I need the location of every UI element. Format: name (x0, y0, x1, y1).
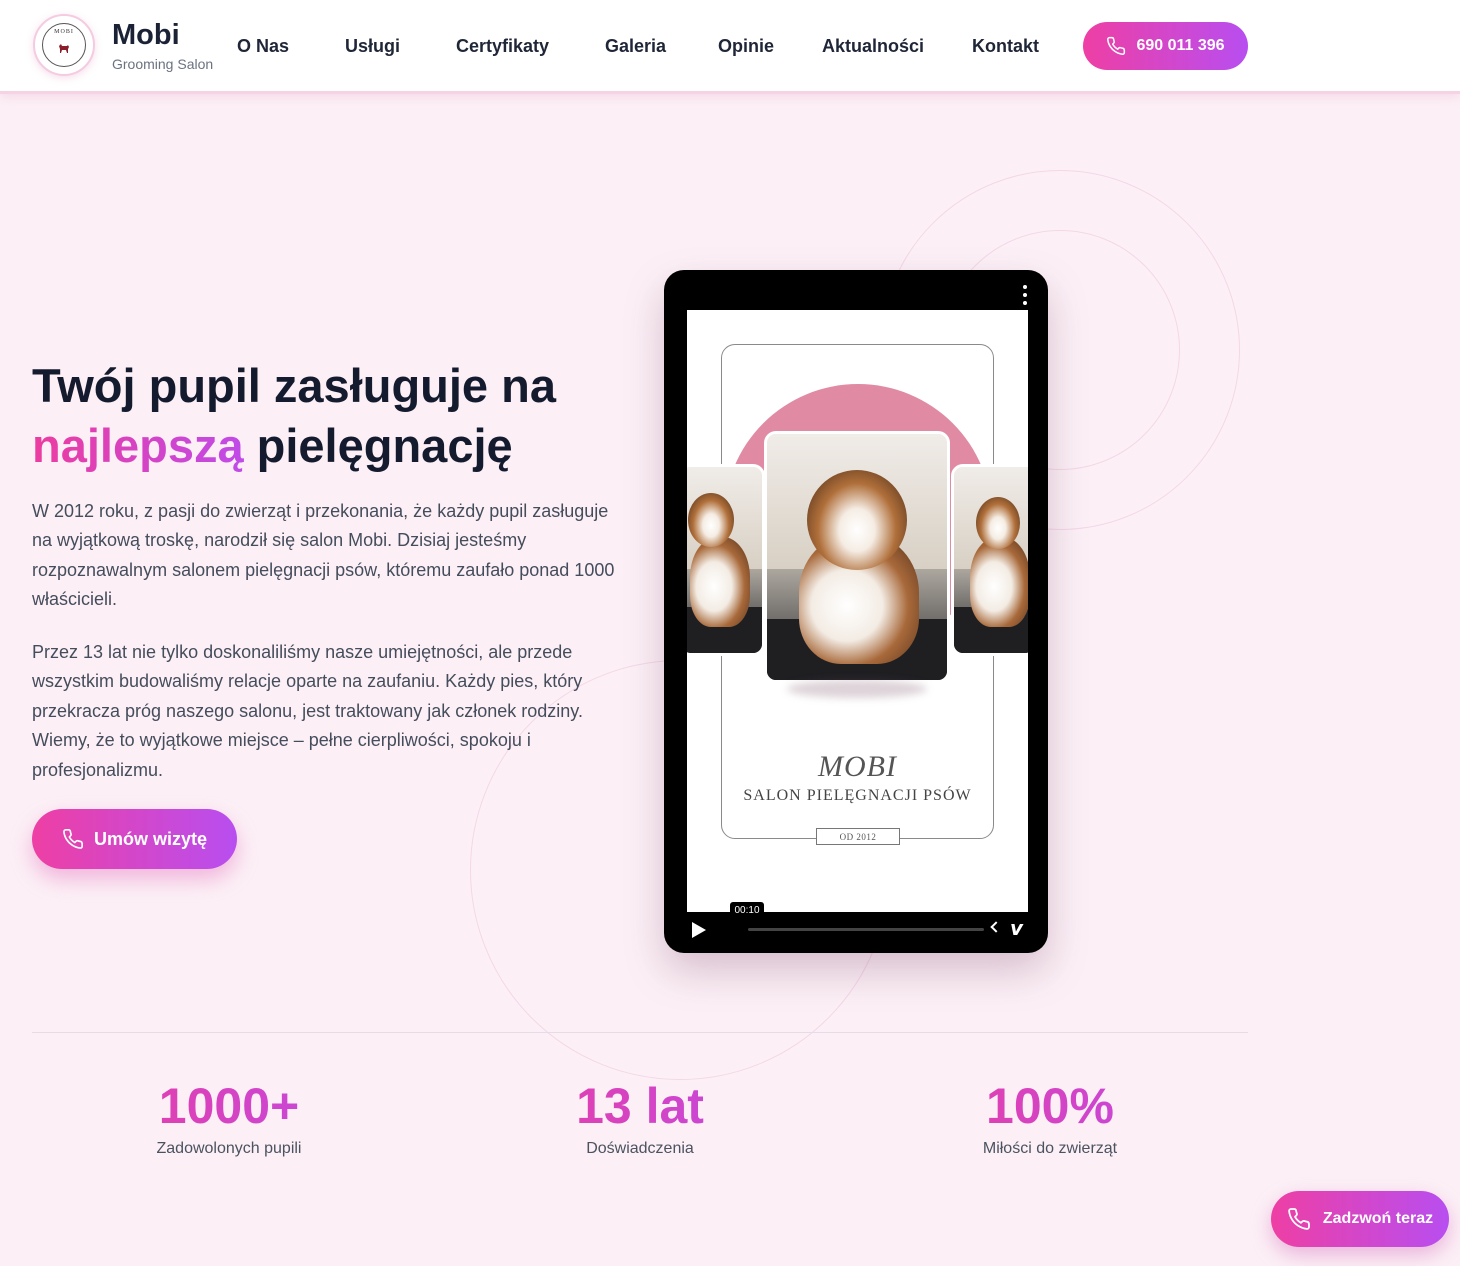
header-phone-button[interactable]: 690 011 396 (1083, 22, 1248, 70)
logo-text: MOBI (54, 29, 74, 35)
phone-icon (1107, 36, 1126, 55)
hero-paragraph-2: Przez 13 lat nie tylko doskonaliliśmy na… (32, 642, 583, 780)
phone-icon (63, 829, 83, 849)
nav-kontakt[interactable]: Kontakt (972, 36, 1039, 57)
video-frame[interactable]: MOBI SALON PIELĘGNACJI PSÓW OD 2012 (687, 310, 1028, 912)
video-time: 00:10 (730, 902, 764, 918)
photo-shadow (787, 680, 927, 698)
stats-divider (32, 1032, 1248, 1033)
stat-label-years: Doświadczenia (586, 1140, 694, 1157)
nav-certyfikaty[interactable]: Certyfikaty (456, 36, 549, 57)
hero-title-rest: pielęgnację (243, 419, 513, 472)
stat-value-years: 13 lat (490, 1078, 790, 1134)
video-logo-subtitle: SALON PIELĘGNACJI PSÓW (743, 787, 972, 804)
stat-label-love: Miłości do zwierząt (982, 1140, 1118, 1157)
video-logo-title: MOBI (818, 750, 897, 783)
vimeo-icon[interactable]: v (1010, 916, 1023, 940)
dog-photo-left (687, 464, 765, 656)
logo[interactable]: MOBI (33, 14, 95, 76)
nav-galeria[interactable]: Galeria (605, 36, 666, 57)
logo-emblem: MOBI (42, 23, 86, 67)
stat-label-pupils: Zadowolonych pupili (156, 1140, 302, 1157)
dog-photo-center (764, 431, 950, 683)
video-since-badge: OD 2012 (816, 828, 900, 845)
book-visit-label: Umów wizytę (93, 828, 208, 849)
video-progress-bar[interactable] (748, 928, 984, 931)
header-phone-label: 690 011 396 (1136, 37, 1225, 54)
nav-opinie[interactable]: Opinie (718, 36, 774, 57)
hero-title: Twój pupil zasługuje na najlepszą pielęg… (32, 356, 632, 476)
book-visit-button[interactable]: Umów wizytę (32, 809, 237, 869)
site-header: MOBI Mobi Grooming Salon O Nas Usługi Ce… (0, 0, 1460, 94)
video-player[interactable]: MOBI SALON PIELĘGNACJI PSÓW OD 2012 00:1… (664, 270, 1048, 953)
more-vertical-icon[interactable] (1022, 285, 1028, 305)
hero-title-line1: Twój pupil zasługuje na (32, 359, 556, 412)
back-icon[interactable] (990, 921, 1002, 933)
hero-paragraph-1: W 2012 roku, z pasji do zwierząt i przek… (32, 501, 615, 610)
dog-photo-right (951, 464, 1028, 656)
hero-title-accent: najlepszą (32, 419, 244, 472)
floating-call-label: Zadzwoń teraz (1322, 1210, 1434, 1227)
video-controls: 00:10 v (664, 902, 1048, 953)
brand-name[interactable]: Mobi (112, 19, 180, 52)
play-icon[interactable] (692, 922, 706, 938)
stat-value-pupils: 1000+ (79, 1078, 379, 1134)
nav-uslugi[interactable]: Usługi (345, 36, 400, 57)
dog-logo-icon (59, 44, 69, 53)
stat-value-love: 100% (900, 1078, 1200, 1134)
phone-icon (1288, 1208, 1310, 1230)
nav-o-nas[interactable]: O Nas (237, 36, 289, 57)
floating-call-button[interactable]: Zadzwoń teraz (1271, 1191, 1449, 1247)
nav-aktualnosci[interactable]: Aktualności (822, 36, 924, 57)
brand-subtitle: Grooming Salon (112, 56, 214, 72)
